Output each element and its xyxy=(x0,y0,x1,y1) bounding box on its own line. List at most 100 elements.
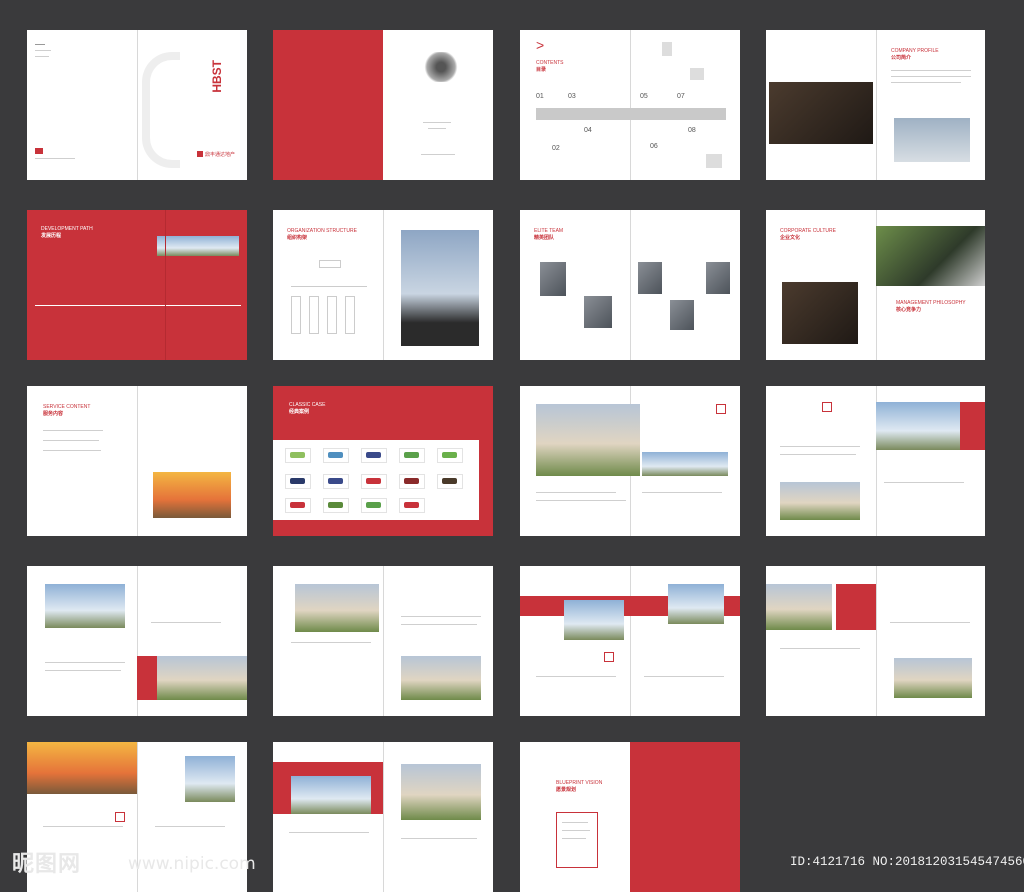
red-panel xyxy=(630,742,740,892)
spread-cover: HBST 鼎丰通达地产 xyxy=(27,30,247,180)
rule xyxy=(423,122,451,123)
logo-icon xyxy=(285,448,311,463)
org-node xyxy=(345,296,355,334)
page-badge xyxy=(822,402,832,412)
office-photo xyxy=(769,82,873,144)
rule xyxy=(642,492,722,493)
org-line xyxy=(291,286,367,287)
rule xyxy=(35,158,75,159)
rule xyxy=(43,430,103,431)
rule xyxy=(45,670,121,671)
image-id: ID:4121716 NO:20181203154547456084 xyxy=(790,855,1024,869)
spread-elite-team: ELITE TEAM 精英团队 xyxy=(520,210,740,360)
service-photo xyxy=(153,472,231,518)
rule xyxy=(891,82,961,83)
rule xyxy=(401,616,481,617)
red-panel xyxy=(273,30,383,180)
spread-company-profile: COMPANY PROFILE 公司简介 xyxy=(766,30,985,180)
contents-num-03: 03 xyxy=(568,93,576,100)
meeting-photo xyxy=(894,118,970,162)
service-content-cn: 服务内容 xyxy=(43,411,64,417)
towers-photo xyxy=(668,584,724,624)
logo-icon xyxy=(323,448,349,463)
logo-icon xyxy=(361,498,387,513)
logo-icon xyxy=(361,474,387,489)
spread-corporate-culture: CORPORATE CULTURE 企业文化 MANAGEMENT PHILOS… xyxy=(766,210,985,360)
logo-icon xyxy=(35,148,43,154)
person-photo xyxy=(584,296,612,328)
contents-num-06: 06 xyxy=(650,143,658,150)
pegasus-icon xyxy=(423,52,459,82)
rule xyxy=(780,454,856,455)
rule xyxy=(890,622,970,623)
logo-icon xyxy=(399,498,425,513)
contents-band xyxy=(536,108,726,120)
organization-cn: 组织构架 xyxy=(287,235,308,241)
development-path-en: DEVELOPMENT PATH xyxy=(41,226,93,232)
fold-line xyxy=(137,386,138,536)
contents-num-07: 07 xyxy=(677,93,685,100)
organization-en: ORGANIZATION STRUCTURE xyxy=(287,228,357,234)
blueprint-en: BLUEPRINT VISION xyxy=(556,780,603,786)
contents-num-01: 01 xyxy=(536,93,544,100)
business-photo xyxy=(876,226,985,286)
render-photo xyxy=(766,584,832,630)
spread-blueprint: BLUEPRINT VISION 愿景规划 xyxy=(520,742,740,892)
org-node xyxy=(319,260,341,268)
person-photo xyxy=(706,262,730,294)
management-en: MANAGEMENT PHILOSOPHY xyxy=(896,300,966,306)
logo-icon xyxy=(437,474,463,489)
page-badge xyxy=(115,812,125,822)
rule xyxy=(536,676,616,677)
towers-photo xyxy=(157,656,247,700)
building-photo xyxy=(564,600,624,640)
elite-team-cn: 精英团队 xyxy=(534,235,555,241)
decor-shape xyxy=(142,52,180,168)
hikers-photo xyxy=(401,230,479,346)
fold-line xyxy=(630,210,631,360)
decor-square xyxy=(690,68,704,80)
fold-line xyxy=(137,30,138,180)
red-tab xyxy=(836,584,876,630)
spread-organization: ORGANIZATION STRUCTURE 组织构架 xyxy=(273,210,493,360)
classic-case-cn: 经典案例 xyxy=(289,409,310,415)
spread-case-8 xyxy=(273,742,493,892)
rule xyxy=(289,832,369,833)
fold-line xyxy=(383,742,384,892)
spread-service-content: SERVICE CONTENT 服务内容 xyxy=(27,386,247,536)
contents-en: CONTENTS xyxy=(536,60,564,66)
org-node xyxy=(309,296,319,334)
decor-square xyxy=(706,154,722,168)
spread-case-2 xyxy=(766,386,985,536)
vision-box xyxy=(556,812,598,868)
logo-icon xyxy=(361,448,387,463)
red-tab xyxy=(960,402,985,450)
spread-case-4 xyxy=(273,566,493,716)
org-node xyxy=(327,296,337,334)
render-photo xyxy=(401,656,481,700)
rule xyxy=(151,622,221,623)
fold-line xyxy=(630,30,631,180)
fold-line xyxy=(383,566,384,716)
logo-icon xyxy=(437,448,463,463)
rule xyxy=(401,838,477,839)
spread-development-path: DEVELOPMENT PATH 发展历程 xyxy=(27,210,247,360)
rule xyxy=(43,450,101,451)
cover-vertical-logo: HBST xyxy=(210,60,224,93)
rule xyxy=(35,44,45,45)
spread-case-6 xyxy=(766,566,985,716)
render-photo xyxy=(295,584,379,632)
page-badge xyxy=(604,652,614,662)
timeline xyxy=(35,305,241,306)
chess-photo xyxy=(782,282,858,344)
rule xyxy=(562,822,588,823)
company-profile-en: COMPANY PROFILE xyxy=(891,48,939,54)
page-badge xyxy=(716,404,726,414)
rule xyxy=(536,492,616,493)
rule xyxy=(35,56,49,57)
rule xyxy=(536,500,626,501)
rule xyxy=(884,482,964,483)
development-path-cn: 发展历程 xyxy=(41,233,62,239)
rule xyxy=(780,446,860,447)
decor-square xyxy=(662,42,672,56)
